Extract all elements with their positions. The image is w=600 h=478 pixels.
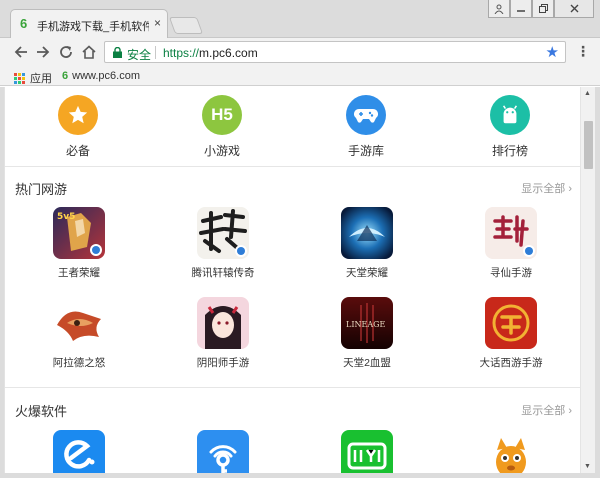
- game-name: 寻仙手游: [490, 267, 532, 279]
- tiantang-glory-icon: [341, 207, 393, 259]
- menu-icon[interactable]: ⋮: [576, 43, 590, 60]
- game-item[interactable]: 天堂荣耀: [312, 207, 422, 280]
- category-label: 必备: [65, 144, 90, 158]
- svg-text:LINEAGE: LINEAGE: [346, 320, 385, 329]
- scroll-down-arrow-icon[interactable]: ▼: [584, 463, 591, 470]
- section-divider: [5, 387, 580, 388]
- game-item[interactable]: 寻仙手游: [456, 207, 566, 280]
- game-name: 天堂荣耀: [346, 267, 388, 279]
- show-all-hot-games-link[interactable]: 显示全部 ›: [521, 180, 572, 196]
- page-viewport: 必备 H5 小游戏 手游库 排行榜 热门网游 显示全部 › 5v5 王者荣耀 腾…: [4, 87, 580, 473]
- browser-toolbar: 安全 https://m.pc6.com ★ ⋮: [0, 38, 600, 66]
- window-frame-bottom: [0, 473, 600, 478]
- tab-close-icon[interactable]: ×: [154, 16, 161, 30]
- bookmark-pc6[interactable]: 6 www.pc6.com: [62, 70, 140, 82]
- kings-glory-icon: 5v5: [53, 207, 105, 259]
- category-label: 小游戏: [203, 144, 240, 158]
- back-arrow-icon[interactable]: [12, 43, 30, 61]
- game-name: 大话西游手游: [479, 357, 543, 369]
- category-item-rankings[interactable]: 排行榜: [465, 95, 555, 159]
- chevron-right-icon: ›: [568, 405, 572, 417]
- apps-grid-icon: [14, 72, 25, 84]
- url-text: https://m.pc6.com: [163, 46, 258, 60]
- game-item[interactable]: 5v5 王者荣耀: [24, 207, 134, 280]
- category-label: 排行榜: [491, 144, 528, 158]
- alade-icon: [53, 297, 105, 349]
- bookmark-pc6-label: www.pc6.com: [72, 70, 140, 82]
- software-item[interactable]: [168, 430, 278, 473]
- software-item[interactable]: [456, 430, 566, 473]
- category-label: 手游库: [347, 144, 384, 158]
- game-item[interactable]: 阴阳师手游: [168, 297, 278, 370]
- show-all-hot-software-link[interactable]: 显示全部 ›: [521, 402, 572, 418]
- url-host: m.pc6.com: [199, 46, 258, 60]
- category-item-mini-games[interactable]: H5 小游戏: [177, 95, 267, 159]
- vertical-scrollbar[interactable]: ▲ ▼: [580, 87, 595, 473]
- software-item[interactable]: [312, 430, 422, 473]
- forward-arrow-icon[interactable]: [34, 43, 52, 61]
- browser-tab[interactable]: 6 手机游戏下载_手机软件 ×: [10, 9, 168, 38]
- game-item[interactable]: 阿拉德之怒: [24, 297, 134, 370]
- tab-title: 手机游戏下载_手机软件: [37, 21, 149, 33]
- game-item[interactable]: 腾讯轩辕传奇: [168, 207, 278, 280]
- show-all-label: 显示全部: [521, 405, 566, 417]
- pc6-favicon-icon: 6: [20, 16, 28, 31]
- user-icon[interactable]: [488, 0, 510, 18]
- xuanyuan-icon: [197, 207, 249, 259]
- bookmarks-bar: 应用 6 www.pc6.com: [0, 66, 600, 86]
- h5-icon: H5: [202, 95, 242, 135]
- window-frame-right: [595, 87, 600, 478]
- pc6-favicon-icon: 6: [62, 70, 69, 82]
- svg-text:5v5: 5v5: [57, 212, 75, 222]
- game-item[interactable]: LINEAGE 天堂2血盟: [312, 297, 422, 370]
- section-title-hot-software: 火爆软件: [15, 404, 68, 419]
- game-name: 阿拉德之怒: [52, 357, 106, 369]
- dahua-xiyou-icon: [485, 297, 537, 349]
- category-nav: 必备 H5 小游戏 手游库 排行榜: [5, 95, 580, 165]
- xunxian-icon: [485, 207, 537, 259]
- gamepad-icon: [346, 95, 386, 135]
- game-name: 腾讯轩辕传奇: [191, 267, 255, 279]
- restore-icon[interactable]: [532, 0, 554, 18]
- section-divider: [5, 166, 580, 167]
- chevron-right-icon: ›: [568, 183, 572, 195]
- secure-label: 安全: [127, 48, 152, 62]
- game-name: 天堂2血盟: [343, 357, 391, 369]
- lineage2-icon: LINEAGE: [341, 297, 393, 349]
- section-title-hot-games: 热门网游: [15, 182, 68, 197]
- star-icon: [58, 95, 98, 135]
- android-icon: [490, 95, 530, 135]
- wifi-key-icon: [197, 430, 249, 473]
- lock-icon: [113, 47, 122, 58]
- software-item[interactable]: [24, 430, 134, 473]
- new-tab-button[interactable]: [168, 17, 204, 34]
- eleme-icon: [53, 430, 105, 473]
- game-name: 阴阳师手游: [196, 357, 250, 369]
- scrollbar-thumb[interactable]: [584, 121, 593, 169]
- url-scheme: https://: [163, 46, 200, 60]
- reload-icon[interactable]: [57, 43, 75, 61]
- category-item-game-library[interactable]: 手游库: [321, 95, 411, 159]
- scroll-up-arrow-icon[interactable]: ▲: [584, 90, 591, 97]
- game-name: 王者荣耀: [58, 267, 100, 279]
- bookmark-star-icon[interactable]: ★: [546, 43, 559, 61]
- omnibox-separator: [155, 46, 156, 59]
- onmyoji-icon: [197, 297, 249, 349]
- home-icon[interactable]: [80, 43, 98, 61]
- show-all-label: 显示全部: [521, 183, 566, 195]
- category-item-essentials[interactable]: 必备: [33, 95, 123, 159]
- game-item[interactable]: 大话西游手游: [456, 297, 566, 370]
- bookmark-apps[interactable]: 应用: [14, 70, 52, 86]
- title-bar: 6 手机游戏下载_手机软件 ×: [0, 0, 600, 38]
- window-close-icon[interactable]: [554, 0, 594, 18]
- bookmark-apps-label: 应用: [30, 73, 52, 85]
- address-bar[interactable]: 安全 https://m.pc6.com ★: [104, 41, 566, 63]
- iqiyi-icon: [341, 430, 393, 473]
- window-controls: [488, 0, 594, 20]
- mascot-app-icon: [485, 430, 537, 473]
- minimize-icon[interactable]: [510, 0, 532, 18]
